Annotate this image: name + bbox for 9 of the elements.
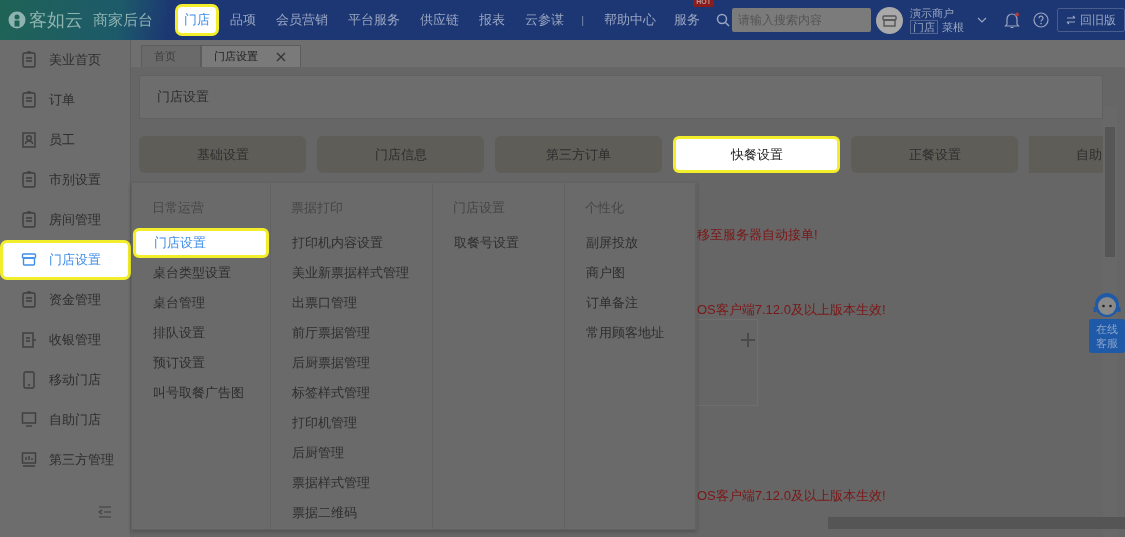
logo: 客如云 [8,6,83,34]
notice-text: 移至服务器自动接单! [697,226,818,244]
notice-text: OS客户端7.12.0及以上版本生效! [697,300,886,319]
subtitle: 商家后台 [93,9,153,30]
account-name: 演示商户 [910,6,955,20]
account-tag: 门店 [910,20,938,34]
store-name: 菜根 [942,20,964,34]
notice-text: OS客户端7.12.0及以上版本生效! [697,487,886,505]
separator: | [581,12,584,28]
